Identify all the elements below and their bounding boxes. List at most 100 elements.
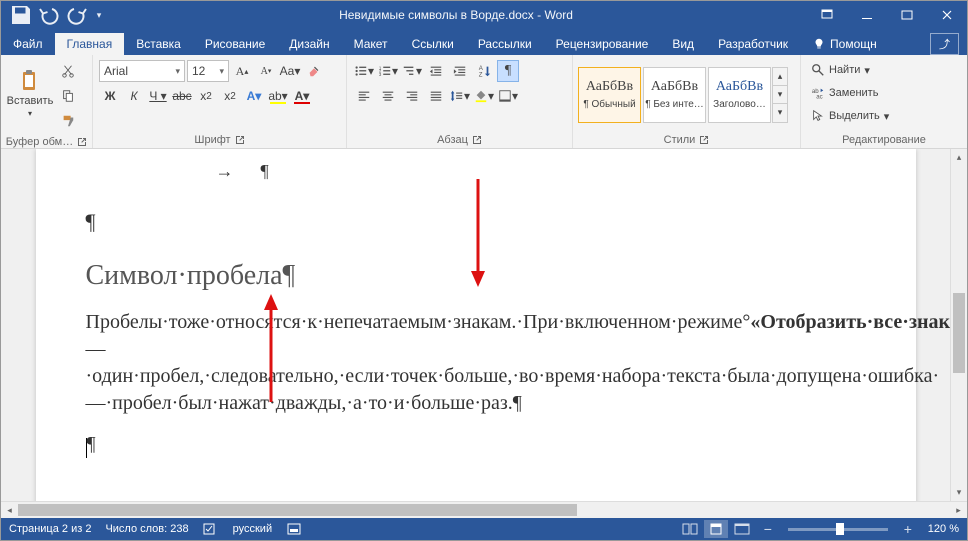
minimize-icon[interactable] xyxy=(847,1,887,29)
styles-gallery-more[interactable]: ▴▾▾ xyxy=(772,67,788,123)
paragraph-dialog-icon[interactable] xyxy=(472,135,482,145)
highlight-icon[interactable]: ab▾ xyxy=(267,85,289,107)
tab-file[interactable]: Файл xyxy=(1,33,55,55)
numbering-icon[interactable]: 123▾ xyxy=(377,60,399,82)
font-color-icon[interactable]: A▾ xyxy=(291,85,313,107)
pilcrow-mark: ¶ xyxy=(86,207,866,237)
status-page[interactable]: Страница 2 из 2 xyxy=(9,523,91,535)
tab-design[interactable]: Дизайн xyxy=(277,33,341,55)
tell-me-label: Помощн xyxy=(830,37,877,51)
horizontal-scrollbar[interactable]: ◂ ▸ xyxy=(1,501,967,518)
status-bar: Страница 2 из 2 Число слов: 238 русский … xyxy=(1,518,967,540)
ribbon-options-icon[interactable] xyxy=(807,1,847,29)
status-wordcount[interactable]: Число слов: 238 xyxy=(105,523,188,535)
svg-text:ac: ac xyxy=(816,93,822,100)
document-area: → ¶ ¶ Символ·пробела¶ Пробелы·тоже·относ… xyxy=(1,149,967,501)
text-cursor: ¶ xyxy=(86,431,866,458)
maximize-icon[interactable] xyxy=(887,1,927,29)
italic-icon[interactable]: К xyxy=(123,85,145,107)
align-left-icon[interactable] xyxy=(353,85,375,107)
text-effects-icon[interactable]: A▾ xyxy=(243,85,265,107)
scroll-down-icon[interactable]: ▾ xyxy=(951,484,967,501)
view-web-icon[interactable] xyxy=(730,520,754,538)
replace-button[interactable]: abacЗаменить xyxy=(807,83,893,103)
underline-icon[interactable]: Ч ▾ xyxy=(147,85,169,107)
scroll-left-icon[interactable]: ◂ xyxy=(1,502,18,518)
align-center-icon[interactable] xyxy=(377,85,399,107)
scroll-up-icon[interactable]: ▴ xyxy=(951,149,967,166)
save-icon[interactable] xyxy=(9,3,33,27)
style-nospacing[interactable]: АаБбВв¶ Без инте… xyxy=(643,67,706,123)
grow-font-icon[interactable]: A▴ xyxy=(231,60,253,82)
vertical-scrollbar[interactable]: ▴ ▾ xyxy=(950,149,967,501)
status-spellcheck-icon[interactable] xyxy=(203,522,219,536)
zoom-level[interactable]: 120 % xyxy=(928,523,959,535)
heading-text: Символ·пробела¶ xyxy=(86,257,866,295)
superscript-icon[interactable]: x2 xyxy=(219,85,241,107)
tab-insert[interactable]: Вставка xyxy=(124,33,193,55)
font-name-combo[interactable]: Arial▾ xyxy=(99,60,185,82)
window-controls xyxy=(807,1,967,29)
tab-layout[interactable]: Макет xyxy=(342,33,400,55)
font-dialog-icon[interactable] xyxy=(235,135,245,145)
tab-pilcrow-line: → ¶ xyxy=(216,159,866,183)
redo-icon[interactable] xyxy=(65,3,89,27)
copy-icon[interactable] xyxy=(57,85,79,107)
multilevel-icon[interactable]: ▾ xyxy=(401,60,423,82)
cut-icon[interactable] xyxy=(57,60,79,82)
scroll-right-icon[interactable]: ▸ xyxy=(950,502,967,518)
close-icon[interactable] xyxy=(927,1,967,29)
ribbon-tabs: Файл Главная Вставка Рисование Дизайн Ма… xyxy=(1,29,967,55)
show-marks-icon[interactable]: ¶ xyxy=(497,60,519,82)
bold-icon[interactable]: Ж xyxy=(99,85,121,107)
undo-icon[interactable] xyxy=(37,3,61,27)
tab-references[interactable]: Ссылки xyxy=(400,33,466,55)
shrink-font-icon[interactable]: A▾ xyxy=(255,60,277,82)
clear-format-icon[interactable] xyxy=(303,60,325,82)
share-button[interactable]: ⤴ xyxy=(930,33,959,55)
tab-mailings[interactable]: Рассылки xyxy=(466,33,544,55)
justify-icon[interactable] xyxy=(425,85,447,107)
decrease-indent-icon[interactable] xyxy=(425,60,447,82)
zoom-in-icon[interactable]: + xyxy=(896,520,920,538)
zoom-out-icon[interactable]: − xyxy=(756,520,780,538)
status-macro-icon[interactable] xyxy=(286,522,302,536)
strike-icon[interactable]: abc xyxy=(171,85,193,107)
tab-review[interactable]: Рецензирование xyxy=(544,33,661,55)
increase-indent-icon[interactable] xyxy=(449,60,471,82)
tab-tell-me[interactable]: Помощн xyxy=(800,33,889,55)
font-size-combo[interactable]: 12▾ xyxy=(187,60,229,82)
format-painter-icon[interactable] xyxy=(57,110,79,132)
styles-dialog-icon[interactable] xyxy=(699,135,709,145)
scroll-thumb[interactable] xyxy=(953,293,965,373)
view-print-icon[interactable] xyxy=(704,520,728,538)
line-spacing-icon[interactable]: ▾ xyxy=(449,85,471,107)
view-read-icon[interactable] xyxy=(678,520,702,538)
page-viewport[interactable]: → ¶ ¶ Символ·пробела¶ Пробелы·тоже·относ… xyxy=(1,149,950,501)
paragraph-group-label: Абзац xyxy=(437,134,468,146)
find-button[interactable]: Найти ▾ xyxy=(807,60,893,80)
tab-developer[interactable]: Разработчик xyxy=(706,33,800,55)
editing-group-label: Редактирование xyxy=(842,134,926,146)
bullets-icon[interactable]: ▾ xyxy=(353,60,375,82)
hscroll-thumb[interactable] xyxy=(18,504,577,516)
tab-home[interactable]: Главная xyxy=(55,33,125,55)
style-normal[interactable]: АаБбВв¶ Обычный xyxy=(578,67,641,123)
select-button[interactable]: Выделить ▾ xyxy=(807,106,893,126)
sort-icon[interactable]: AZ xyxy=(473,60,495,82)
style-heading1[interactable]: АаБбВвЗаголово… xyxy=(708,67,771,123)
borders-icon[interactable]: ▾ xyxy=(497,85,519,107)
zoom-slider[interactable] xyxy=(788,528,888,531)
align-right-icon[interactable] xyxy=(401,85,423,107)
clipboard-dialog-icon[interactable] xyxy=(77,137,87,147)
shading-icon[interactable]: ▾ xyxy=(473,85,495,107)
subscript-icon[interactable]: x2 xyxy=(195,85,217,107)
window-title: Невидимые символы в Ворде.docx - Word xyxy=(105,8,807,22)
tab-draw[interactable]: Рисование xyxy=(193,33,277,55)
tab-view[interactable]: Вид xyxy=(660,33,706,55)
qat-more-icon[interactable]: ▾ xyxy=(93,3,105,27)
change-case-icon[interactable]: Aa▾ xyxy=(279,60,301,82)
paste-button[interactable]: Вставить ▾ xyxy=(5,57,55,129)
quick-access-toolbar: ▾ xyxy=(1,3,105,27)
status-language[interactable]: русский xyxy=(233,523,272,535)
